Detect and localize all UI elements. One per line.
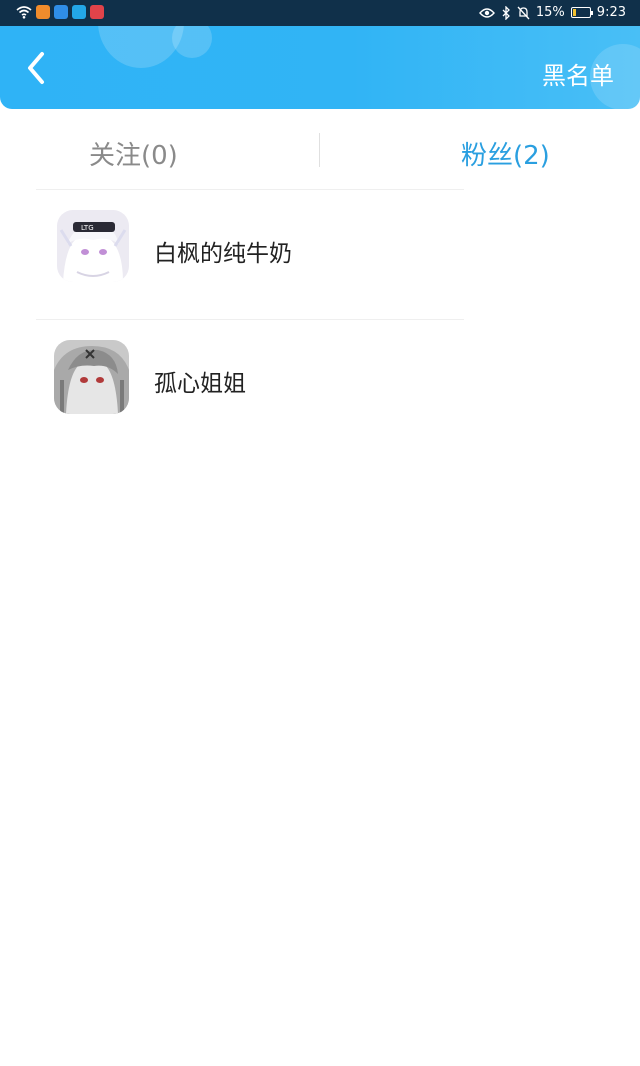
battery-percent: 15%: [535, 5, 565, 20]
app-notification-icon: [72, 5, 86, 19]
clock-time: 9:23: [596, 5, 626, 20]
decor-bubble: [98, 26, 184, 68]
blacklist-button[interactable]: 黑名单: [542, 56, 614, 91]
user-name: 孤心姐姐: [154, 371, 246, 397]
tab-divider: [319, 133, 320, 167]
user-name: 白枫的纯牛奶: [154, 241, 292, 267]
list-item[interactable]: LTG 白枫的纯牛奶: [0, 190, 640, 318]
status-right: 15% 9:23: [478, 5, 626, 20]
avatar[interactable]: LTG: [57, 210, 129, 282]
avatar[interactable]: [54, 340, 129, 414]
app-notification-icon: [36, 5, 50, 19]
chevron-left-icon: [28, 52, 44, 84]
bluetooth-icon: [502, 5, 510, 20]
header-bar: 黑名单: [0, 26, 640, 109]
fans-page: 15% 9:23 黑名单 关注(0) 粉丝(2) LTG 白枫的纯牛奶 孤心姐姐: [0, 0, 640, 1066]
svg-text:LTG: LTG: [81, 224, 94, 232]
mute-bell-icon: [517, 6, 530, 19]
app-notification-icon: [54, 5, 68, 19]
battery-icon: [570, 7, 593, 18]
decor-bubble: [172, 26, 212, 58]
app-notification-icon: [90, 5, 104, 19]
status-bar: 15% 9:23: [0, 0, 640, 26]
tab-fans[interactable]: 粉丝(2): [461, 135, 550, 172]
back-button[interactable]: [18, 48, 54, 88]
wifi-icon: [16, 6, 32, 19]
eye-icon: [478, 7, 495, 18]
list-item[interactable]: 孤心姐姐: [0, 320, 640, 448]
tab-following[interactable]: 关注(0): [89, 135, 178, 172]
status-left: [16, 5, 104, 19]
tab-bar: 关注(0) 粉丝(2): [0, 109, 640, 189]
